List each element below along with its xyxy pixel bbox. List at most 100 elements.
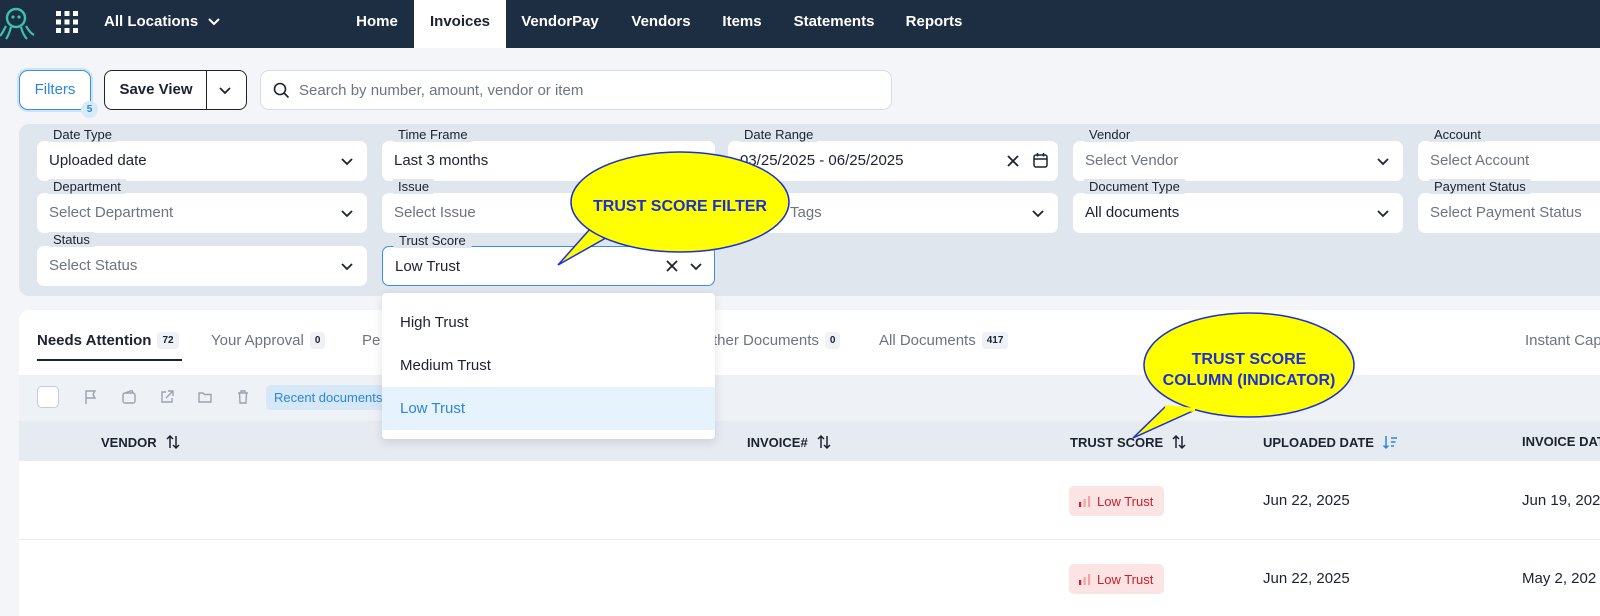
save-view-button[interactable]: Save View xyxy=(104,70,247,110)
trust-score-text: Low Trust xyxy=(1097,571,1154,587)
sort-icon[interactable] xyxy=(165,434,181,450)
payment-status-placeholder: Select Payment Status xyxy=(1430,204,1582,221)
nav-tab-vendorpay[interactable]: VendorPay xyxy=(514,0,606,48)
flag-icon[interactable] xyxy=(83,389,99,405)
nav-tab-home[interactable]: Home xyxy=(344,0,410,48)
trust-score-filter-callout-text: TRUST SCORE FILTER xyxy=(593,198,767,215)
wallet-icon[interactable] xyxy=(121,389,137,405)
location-label: All Locations xyxy=(104,13,199,30)
chevron-down-icon xyxy=(208,17,220,25)
calendar-icon[interactable] xyxy=(1033,152,1048,168)
tab-instant-capture[interactable]: Instant Cap xyxy=(1525,332,1600,349)
trust-score-badge: Low Trust xyxy=(1069,486,1164,516)
payment-status-select[interactable]: Payment Status Select Payment Status xyxy=(1418,179,1600,233)
status-select[interactable]: Status Select Status xyxy=(37,232,367,286)
issue-placeholder: Select Issue xyxy=(394,204,476,221)
tab-count: 417 xyxy=(981,332,1009,349)
date-type-value: Uploaded date xyxy=(49,152,147,169)
nav-tab-reports[interactable]: Reports xyxy=(898,0,970,48)
nav-tab-invoices[interactable]: Invoices xyxy=(414,0,506,48)
tab-needs-attention[interactable]: Needs Attention 72 xyxy=(37,332,179,349)
column-invoice-number[interactable]: INVOICE# xyxy=(747,434,832,450)
date-type-label: Date Type xyxy=(47,127,119,142)
trust-score-dropdown: High Trust Medium Trust Low Trust xyxy=(382,293,715,439)
signal-bars-icon xyxy=(1079,574,1091,585)
chevron-down-icon xyxy=(341,263,353,271)
column-invoice-date[interactable]: INVOICE DAT xyxy=(1522,434,1600,449)
payment-status-label: Payment Status xyxy=(1428,179,1532,194)
account-placeholder: Select Account xyxy=(1430,152,1530,169)
department-select[interactable]: Department Select Department xyxy=(37,179,367,233)
option-high-trust[interactable]: High Trust xyxy=(382,301,715,344)
tab-label: Needs Attention xyxy=(37,332,152,349)
vendor-label: Vendor xyxy=(1083,127,1137,142)
document-type-select[interactable]: Document Type All documents xyxy=(1073,179,1403,233)
search-box[interactable] xyxy=(260,70,892,110)
trash-icon[interactable] xyxy=(235,389,251,405)
sort-descending-icon[interactable] xyxy=(1382,434,1398,450)
octopus-logo-icon[interactable] xyxy=(0,6,36,40)
chevron-down-icon xyxy=(1032,210,1044,218)
department-placeholder: Select Department xyxy=(49,204,174,221)
chevron-down-icon xyxy=(1377,210,1389,218)
trust-score-column-callout-text: TRUST SCORE COLUMN (INDICATOR) xyxy=(1139,349,1359,391)
chevron-down-icon xyxy=(341,210,353,218)
clear-icon[interactable] xyxy=(1006,154,1020,168)
option-low-trust[interactable]: Low Trust xyxy=(382,387,715,430)
export-icon[interactable] xyxy=(159,389,175,405)
callout-line: TRUST SCORE xyxy=(1191,351,1307,368)
department-label: Department xyxy=(47,179,127,194)
active-tab-indicator xyxy=(37,359,182,361)
select-all-checkbox[interactable] xyxy=(37,386,59,408)
top-nav: All Locations Home Invoices VendorPay Ve… xyxy=(0,0,1600,48)
tab-count: 0 xyxy=(309,332,326,349)
tab-other-documents[interactable]: ther Documents 0 xyxy=(713,332,841,349)
uploaded-date-cell: Jun 22, 2025 xyxy=(1263,570,1350,587)
folder-icon[interactable] xyxy=(197,389,213,405)
invoice-date-cell: May 2, 202 xyxy=(1522,570,1597,587)
nav-tab-items[interactable]: Items xyxy=(714,0,770,48)
invoice-date-cell: Jun 19, 202 xyxy=(1522,492,1600,509)
filters-button[interactable]: Filters xyxy=(19,70,91,110)
issue-label: Issue xyxy=(392,179,436,194)
signal-bars-icon xyxy=(1079,496,1091,507)
option-medium-trust[interactable]: Medium Trust xyxy=(382,344,715,387)
tab-label: Your Approval xyxy=(211,332,304,349)
column-label: INVOICE DAT xyxy=(1522,434,1600,449)
tab-partial[interactable]: Pe xyxy=(362,332,380,349)
app-grid-icon[interactable] xyxy=(56,11,78,33)
date-range-label: Date Range xyxy=(738,127,820,142)
tab-label: ther Documents xyxy=(713,332,819,349)
vendor-select[interactable]: Vendor Select Vendor xyxy=(1073,127,1403,181)
tab-all-documents[interactable]: All Documents 417 xyxy=(879,332,1009,349)
tab-count: 72 xyxy=(157,332,179,349)
row-divider xyxy=(19,539,1600,540)
location-selector[interactable]: All Locations xyxy=(104,13,220,30)
recent-documents-chip[interactable]: Recent documents xyxy=(266,385,390,410)
tab-your-approval[interactable]: Your Approval 0 xyxy=(211,332,326,349)
nav-tab-vendors[interactable]: Vendors xyxy=(622,0,700,48)
trust-score-badge: Low Trust xyxy=(1069,564,1164,594)
sort-icon[interactable] xyxy=(816,434,832,450)
tab-label: Pe xyxy=(362,332,381,349)
time-frame-label: Time Frame xyxy=(392,127,474,142)
time-frame-value: Last 3 months xyxy=(394,152,489,169)
uploaded-date-cell: Jun 22, 2025 xyxy=(1263,492,1350,509)
column-label: VENDOR xyxy=(101,434,157,450)
callout-line: COLUMN (INDICATOR) xyxy=(1162,372,1336,389)
document-type-value: All documents xyxy=(1085,204,1180,221)
account-select[interactable]: Account Select Account xyxy=(1418,127,1600,181)
account-label: Account xyxy=(1428,127,1487,142)
column-vendor[interactable]: VENDOR xyxy=(101,434,181,450)
trust-score-text: Low Trust xyxy=(1097,493,1154,509)
save-view-label: Save View xyxy=(119,81,193,98)
search-input[interactable] xyxy=(299,71,879,109)
nav-tab-statements[interactable]: Statements xyxy=(786,0,882,48)
date-type-select[interactable]: Date Type Uploaded date xyxy=(37,127,367,181)
column-label: INVOICE# xyxy=(747,434,808,450)
document-type-label: Document Type xyxy=(1083,179,1186,194)
chevron-down-icon xyxy=(1377,158,1389,166)
status-placeholder: Select Status xyxy=(49,257,138,274)
chevron-down-icon[interactable] xyxy=(217,82,233,98)
tab-label: Instant Cap xyxy=(1525,332,1600,349)
